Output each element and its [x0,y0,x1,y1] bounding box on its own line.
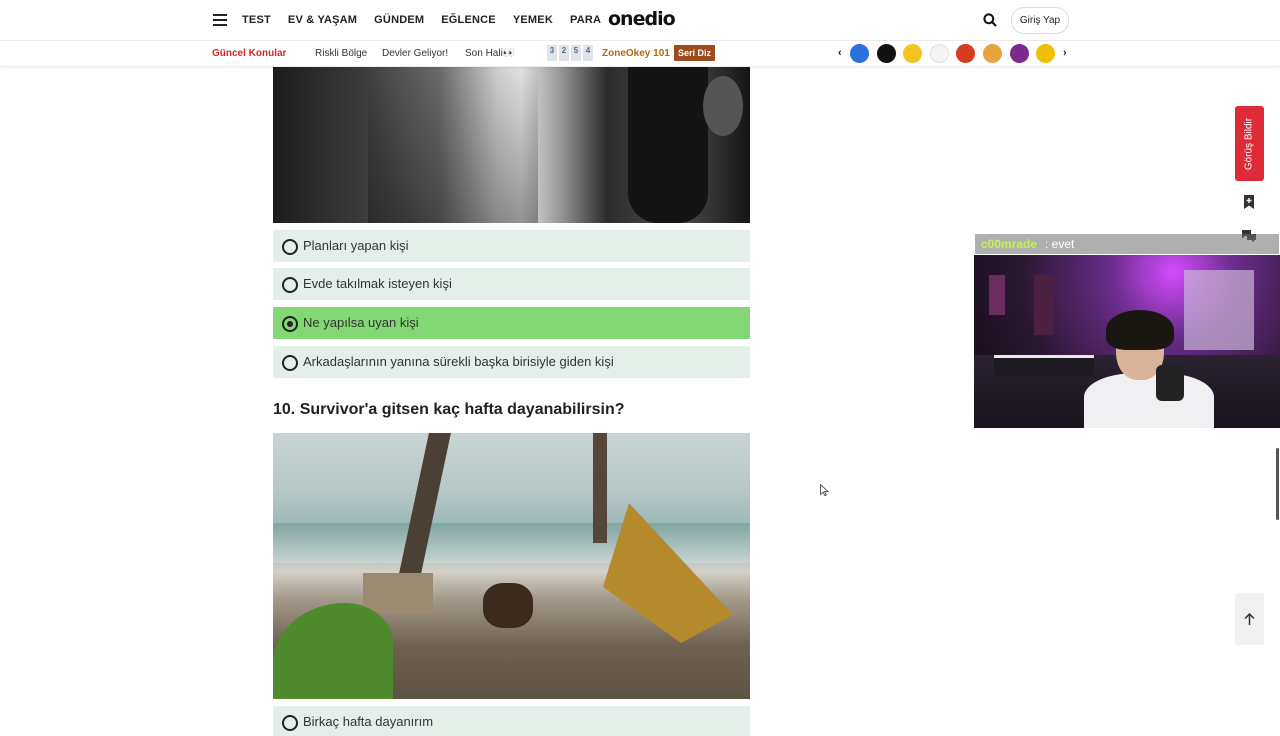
zone-okey-label[interactable]: ZoneOkey 101 [602,48,670,59]
spark-brand-icon[interactable] [929,44,949,63]
radio-checked-icon [282,316,298,332]
radio-icon [282,239,298,255]
okey-tile: 2 [559,45,569,61]
okey-tile: 5 [571,45,581,61]
topics-bar: Güncel Konular Riskli Bölge Devler Geliy… [0,41,1280,67]
scroll-to-top-button[interactable] [1235,593,1264,645]
chevron-left-icon[interactable]: ‹ [838,47,842,59]
chevron-right-icon[interactable]: › [1063,47,1067,59]
answer-option-selected[interactable]: Ne yapılsa uyan kişi [273,307,750,339]
answer-option[interactable]: Birkaç hafta dayanırım [273,706,750,736]
answer-option[interactable]: Evde takılmak isteyen kişi [273,268,750,300]
topics-hot-label[interactable]: Güncel Konular [212,48,286,59]
feedback-label: Görüş Bildir [1243,117,1255,171]
nav-link-eglence[interactable]: EĞLENCE [441,14,496,26]
onedio-brand-icon[interactable] [850,44,869,63]
chat-username: c00mrade [981,237,1038,251]
nav-link-yemek[interactable]: YEMEK [513,14,553,26]
ok-brand-icon[interactable] [876,44,896,63]
search-icon[interactable] [983,13,997,27]
bookmark-icon[interactable] [1243,195,1255,209]
gold-brand-icon[interactable] [982,44,1002,63]
arrow-up-icon [1244,613,1255,625]
zone-okey-tiles[interactable]: 3 2 5 4 [547,45,595,61]
main-nav: TEST EV & YAŞAM GÜNDEM EĞLENCE YEMEK PAR… [242,0,618,40]
login-button[interactable]: Giriş Yap [1011,7,1069,34]
stream-chat-overlay: c00mrade : evet [975,234,1279,254]
top-navbar: TEST EV & YAŞAM GÜNDEM EĞLENCE YEMEK PAR… [0,0,1280,41]
answer-option[interactable]: Planları yapan kişi [273,230,750,262]
nav-link-gundem[interactable]: GÜNDEM [374,14,424,26]
question-title: 10. Survivor'a gitsen kaç hafta dayanabi… [273,401,625,418]
okey-tile: 4 [583,45,593,61]
scrollbar-thumb[interactable] [1276,448,1279,520]
nav-link-para[interactable]: PARA [570,14,601,26]
okey-tile: 3 [547,45,557,61]
answer-option[interactable]: Arkadaşlarının yanına sürekli başka biri… [273,346,750,378]
site-logo[interactable]: onedio [608,8,676,30]
menu-icon[interactable] [213,14,227,26]
yellow-brand-icon[interactable] [1036,44,1056,63]
streamer-webcam [974,255,1280,428]
answer-option-label: Evde takılmak isteyen kişi [303,276,452,291]
answer-option-label: Birkaç hafta dayanırım [303,714,434,729]
question-image-bw-scene [273,66,750,223]
topic-link[interactable]: Riskli Bölge [315,48,367,59]
answer-option-label: Ne yapılsa uyan kişi [303,315,419,330]
chat-message: : evet [1045,237,1075,251]
mouse-cursor-icon [820,484,829,496]
answer-option-label: Planları yapan kişi [303,238,409,253]
nav-link-test[interactable]: TEST [242,14,271,26]
question-image-beach [273,433,750,699]
feedback-button[interactable]: Görüş Bildir [1235,106,1264,181]
motiv-brand-icon[interactable] [903,44,923,63]
series-button[interactable]: Seri Diz [674,45,715,61]
topic-link[interactable]: Devler Geliyor! [382,48,448,59]
pink-brand-icon[interactable] [1009,44,1029,63]
nav-link-ev-yasam[interactable]: EV & YAŞAM [288,14,357,26]
brand-carousel [850,44,1063,63]
radio-icon [282,715,298,731]
radio-icon [282,277,298,293]
answer-option-label: Arkadaşlarının yanına sürekli başka biri… [303,354,614,369]
topic-link[interactable]: Son Hali👀 [465,48,515,59]
radio-icon [282,355,298,371]
fire-brand-icon[interactable] [956,44,976,63]
